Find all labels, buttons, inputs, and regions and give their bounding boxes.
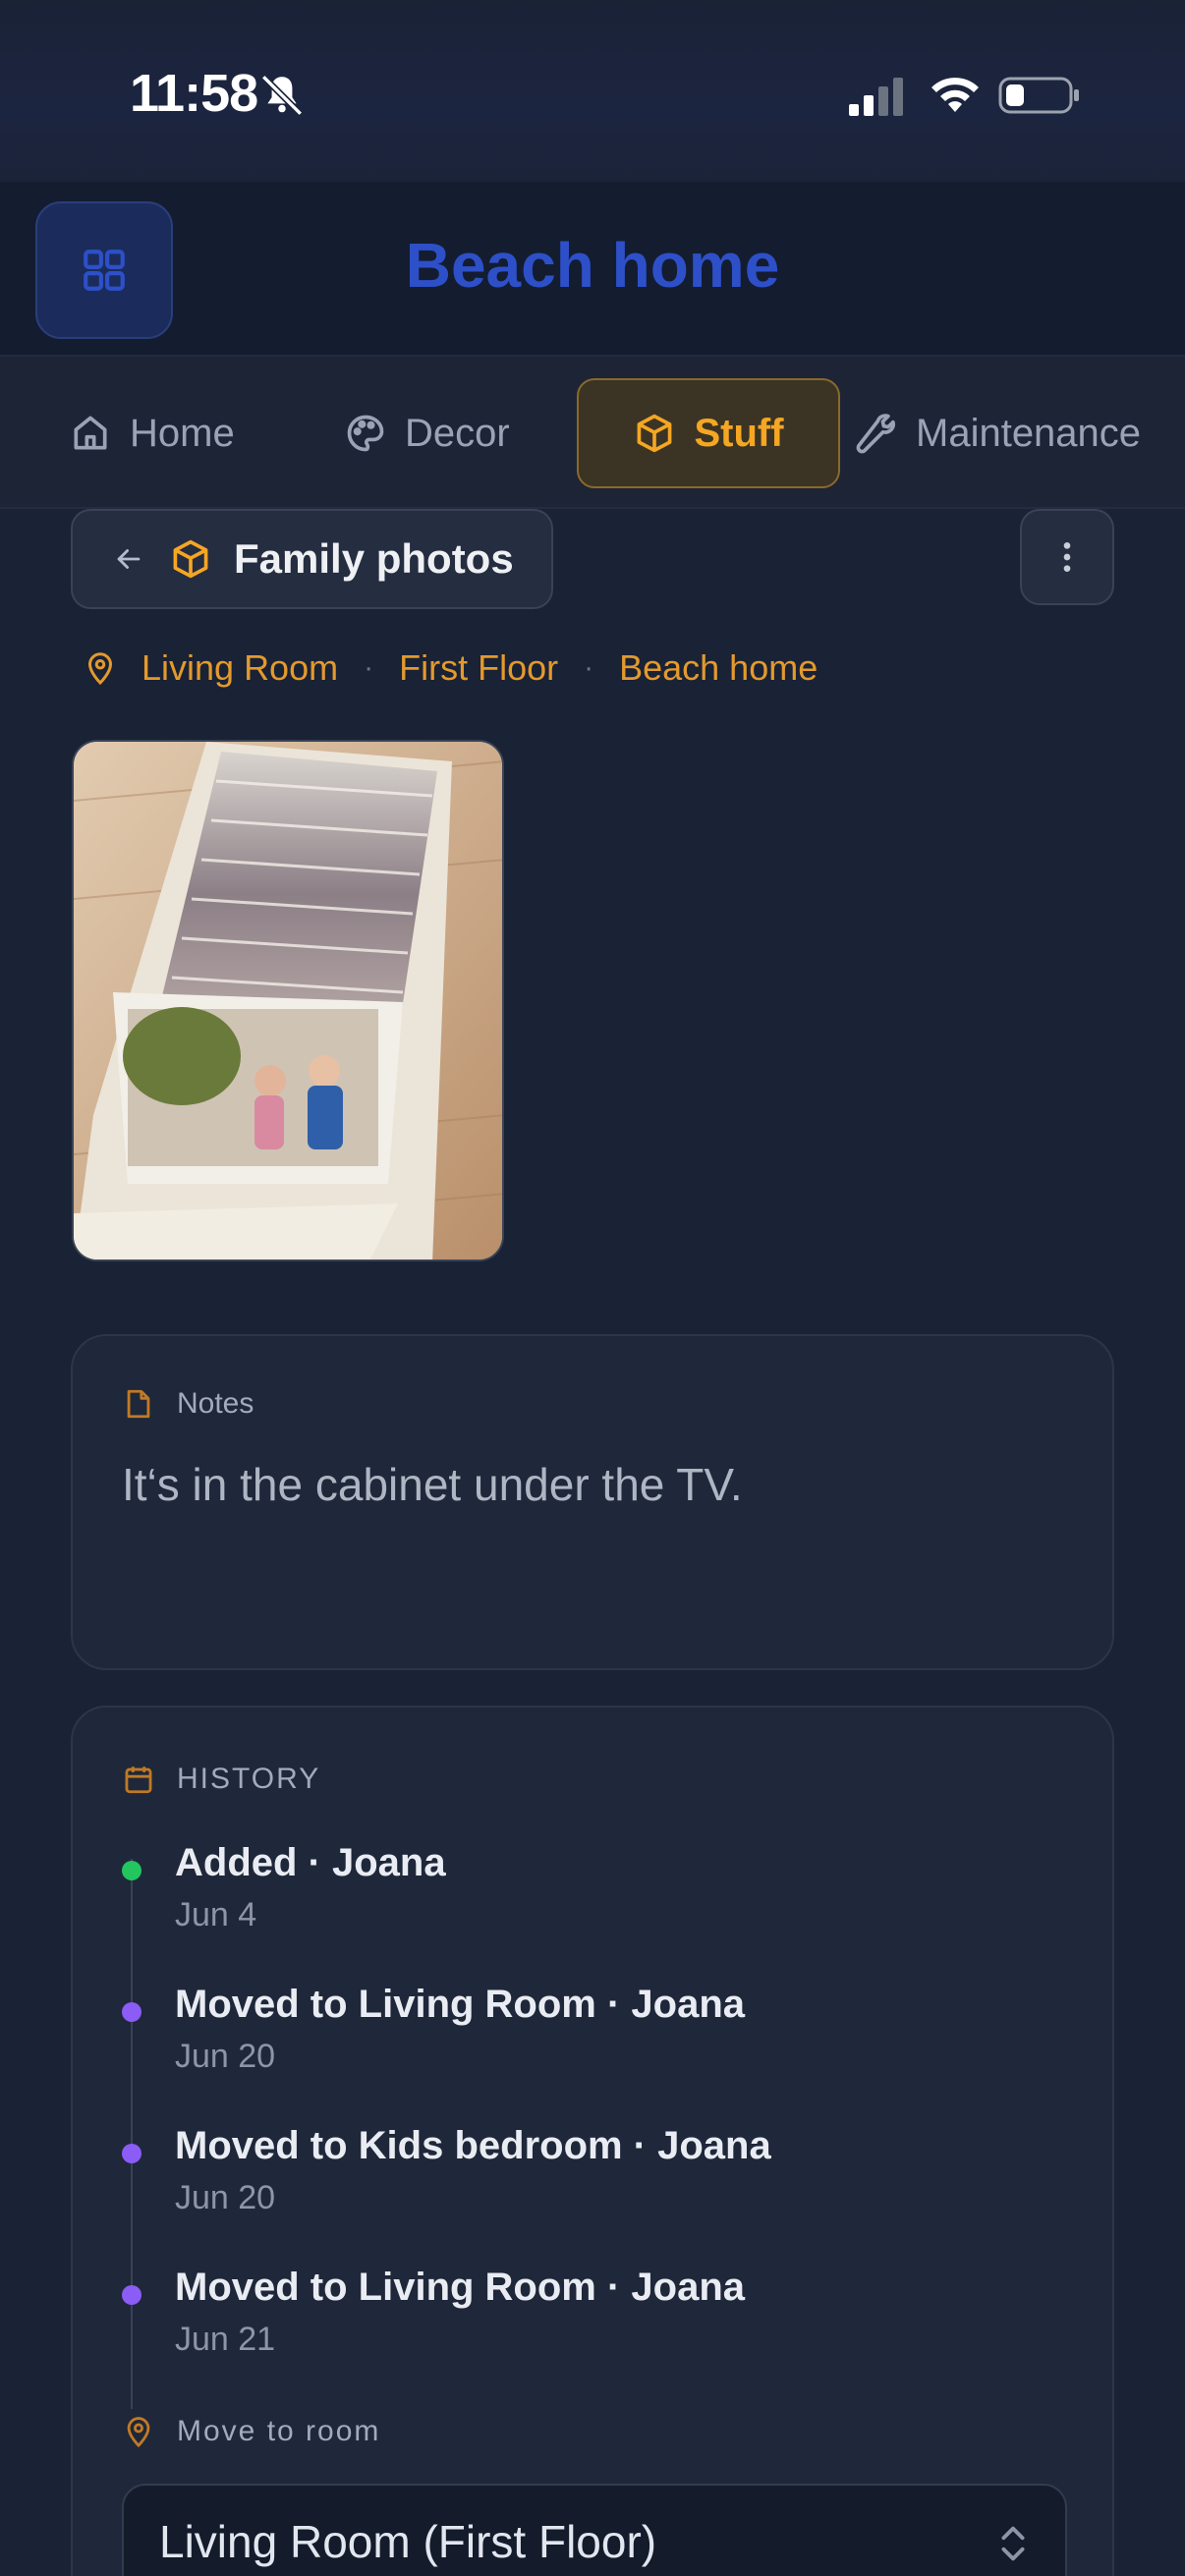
history-card: HISTORY Added · Joana Jun 4 Moved to Liv… [71, 1706, 1114, 2576]
map-pin-icon [87, 652, 113, 686]
event-date: Jun 4 [175, 1896, 257, 1933]
tab-maintenance[interactable]: Maintenance [855, 378, 1141, 488]
tab-maintenance-label: Maintenance [916, 411, 1142, 455]
battery-icon [998, 77, 1079, 114]
house-icon [74, 416, 107, 450]
breadcrumb-separator: · [584, 651, 594, 684]
tab-stuff-label: Stuff [694, 411, 784, 455]
notes-header: Notes [122, 1387, 254, 1421]
move-to-room-value: Living Room (First Floor) [159, 2516, 657, 2567]
location-breadcrumb: Living Room · First Floor · Beach home [83, 639, 818, 698]
palette-icon [347, 415, 384, 452]
app-title: Beach home [405, 230, 780, 301]
timeline-line [131, 1859, 133, 2409]
event-title: Added · Joana [175, 1841, 446, 1884]
box-icon [638, 414, 672, 453]
tab-decor-label: Decor [405, 411, 510, 455]
tab-home[interactable]: Home [69, 378, 235, 488]
breadcrumb-separator: · [364, 651, 374, 684]
tab-home-label: Home [130, 411, 235, 455]
history-label: HISTORY [177, 1763, 321, 1795]
tab-decor[interactable]: Decor [344, 378, 510, 488]
arrow-left-icon [117, 549, 141, 569]
event-title: Moved to Living Room · Joana [175, 2266, 746, 2309]
move-to-room-label: Move to room [177, 2415, 381, 2447]
notes-label: Notes [177, 1387, 254, 1420]
file-icon [127, 1389, 150, 1419]
status-bar: 11:58 [0, 0, 1185, 182]
box-icon [173, 539, 208, 579]
more-vertical-icon [1063, 542, 1071, 572]
breadcrumb-home[interactable]: Beach home [619, 647, 818, 689]
chevron-up-down-icon [1001, 2526, 1025, 2561]
event-date: Jun 20 [175, 2179, 276, 2216]
back-to-list-button[interactable]: Family photos [71, 509, 553, 609]
more-options-button[interactable] [1020, 509, 1114, 605]
move-to-room-select[interactable]: Living Room (First Floor) [122, 2484, 1067, 2576]
event-dot [122, 1861, 141, 1880]
event-dot [122, 2285, 141, 2305]
app-header: Beach home [0, 182, 1185, 357]
event-dot [122, 2144, 141, 2163]
breadcrumb-room[interactable]: Living Room [141, 647, 338, 689]
tab-bar: Home Decor Stuff Maintenance [0, 357, 1185, 509]
status-time: 11:58 [130, 64, 258, 123]
cellular-signal-icon [849, 78, 903, 116]
event-title: Moved to Kids bedroom · Joana [175, 2124, 771, 2167]
breadcrumb-floor[interactable]: First Floor [399, 647, 558, 689]
event-date: Jun 20 [175, 2038, 276, 2075]
wifi-icon [931, 78, 979, 112]
tab-stuff[interactable]: Stuff [577, 378, 840, 488]
move-to-room-header: Move to room [122, 2415, 380, 2448]
item-photo[interactable] [72, 740, 504, 1261]
event-title: Moved to Living Room · Joana [175, 1983, 746, 2026]
notes-text[interactable]: It‘s in the cabinet under the TV. [122, 1458, 743, 1511]
bell-slash-icon [260, 74, 304, 117]
event-dot [122, 2002, 141, 2022]
map-pin-icon [127, 2417, 150, 2448]
wrench-icon [856, 414, 895, 454]
notes-card: Notes It‘s in the cabinet under the TV. [71, 1334, 1114, 1670]
history-header: HISTORY [122, 1763, 320, 1796]
calendar-icon [125, 1766, 152, 1794]
item-title: Family photos [234, 535, 514, 582]
event-date: Jun 21 [175, 2321, 276, 2358]
